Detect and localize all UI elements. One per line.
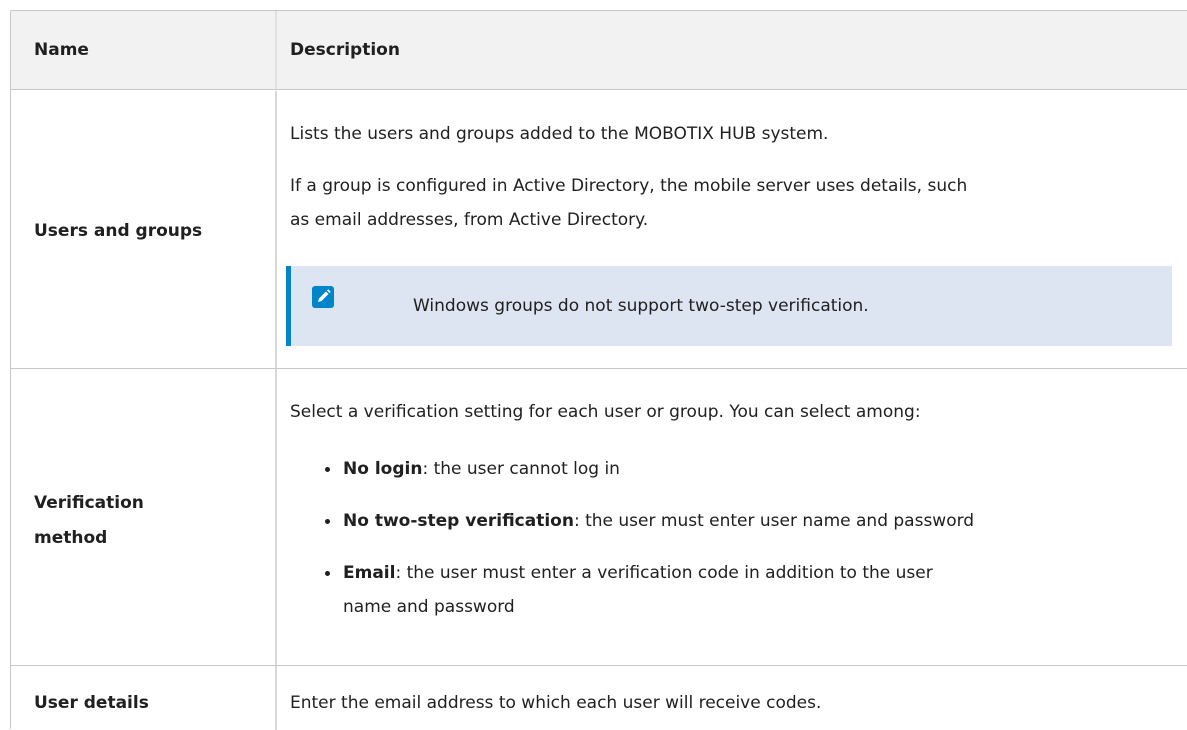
option-text: : the user must enter a verification cod… [395, 563, 933, 583]
option-term: No login [343, 459, 423, 479]
bullet-dot [325, 519, 330, 524]
row-label: User details [34, 693, 149, 713]
bullet-dot [325, 467, 330, 472]
column-divider [275, 91, 277, 368]
column-divider [275, 369, 277, 665]
table-row-user-details: User details Enter the email address to … [11, 666, 1187, 730]
row-label-line: Verification [34, 493, 144, 513]
description-text: Lists the users and groups added to the … [290, 124, 829, 144]
option-term: Email [343, 563, 396, 583]
pencil-note-icon [312, 286, 334, 308]
row-label: Users and groups [34, 221, 203, 241]
description-text: Enter the email address to which each us… [290, 693, 822, 713]
header-description: Description [290, 40, 400, 60]
description-text: as email addresses, from Active Director… [290, 210, 649, 230]
list-item: Email: the user must enter a verificatio… [325, 556, 1184, 590]
note-text: Windows groups do not support two-step v… [413, 296, 869, 316]
header-name: Name [34, 40, 89, 60]
table-row-users-and-groups: Users and groups Lists the users and gro… [11, 91, 1187, 369]
option-text: : the user must enter user name and pass… [573, 511, 975, 531]
table-header: Name Description [11, 11, 1187, 90]
option-text: : the user cannot log in [422, 459, 620, 479]
description-text: If a group is configured in Active Direc… [290, 176, 968, 196]
option-term: No two-step verification [343, 511, 574, 531]
column-divider [275, 11, 277, 89]
column-divider [275, 666, 277, 730]
settings-table: Name Description Users and groups Lists … [10, 10, 1187, 730]
list-item: No login: the user cannot log in [325, 452, 1184, 486]
list-item: No two-step verification: the user must … [325, 504, 1184, 538]
note-box: Windows groups do not support two-step v… [286, 266, 1172, 346]
note-accent-bar [286, 266, 291, 346]
bullet-dot [325, 571, 330, 576]
row-label-line: method [34, 528, 108, 548]
list-item-continuation: name and password [343, 597, 515, 617]
table-row-verification-method: Verification method Select a verificatio… [11, 369, 1187, 666]
description-text: Select a verification setting for each u… [290, 402, 921, 422]
